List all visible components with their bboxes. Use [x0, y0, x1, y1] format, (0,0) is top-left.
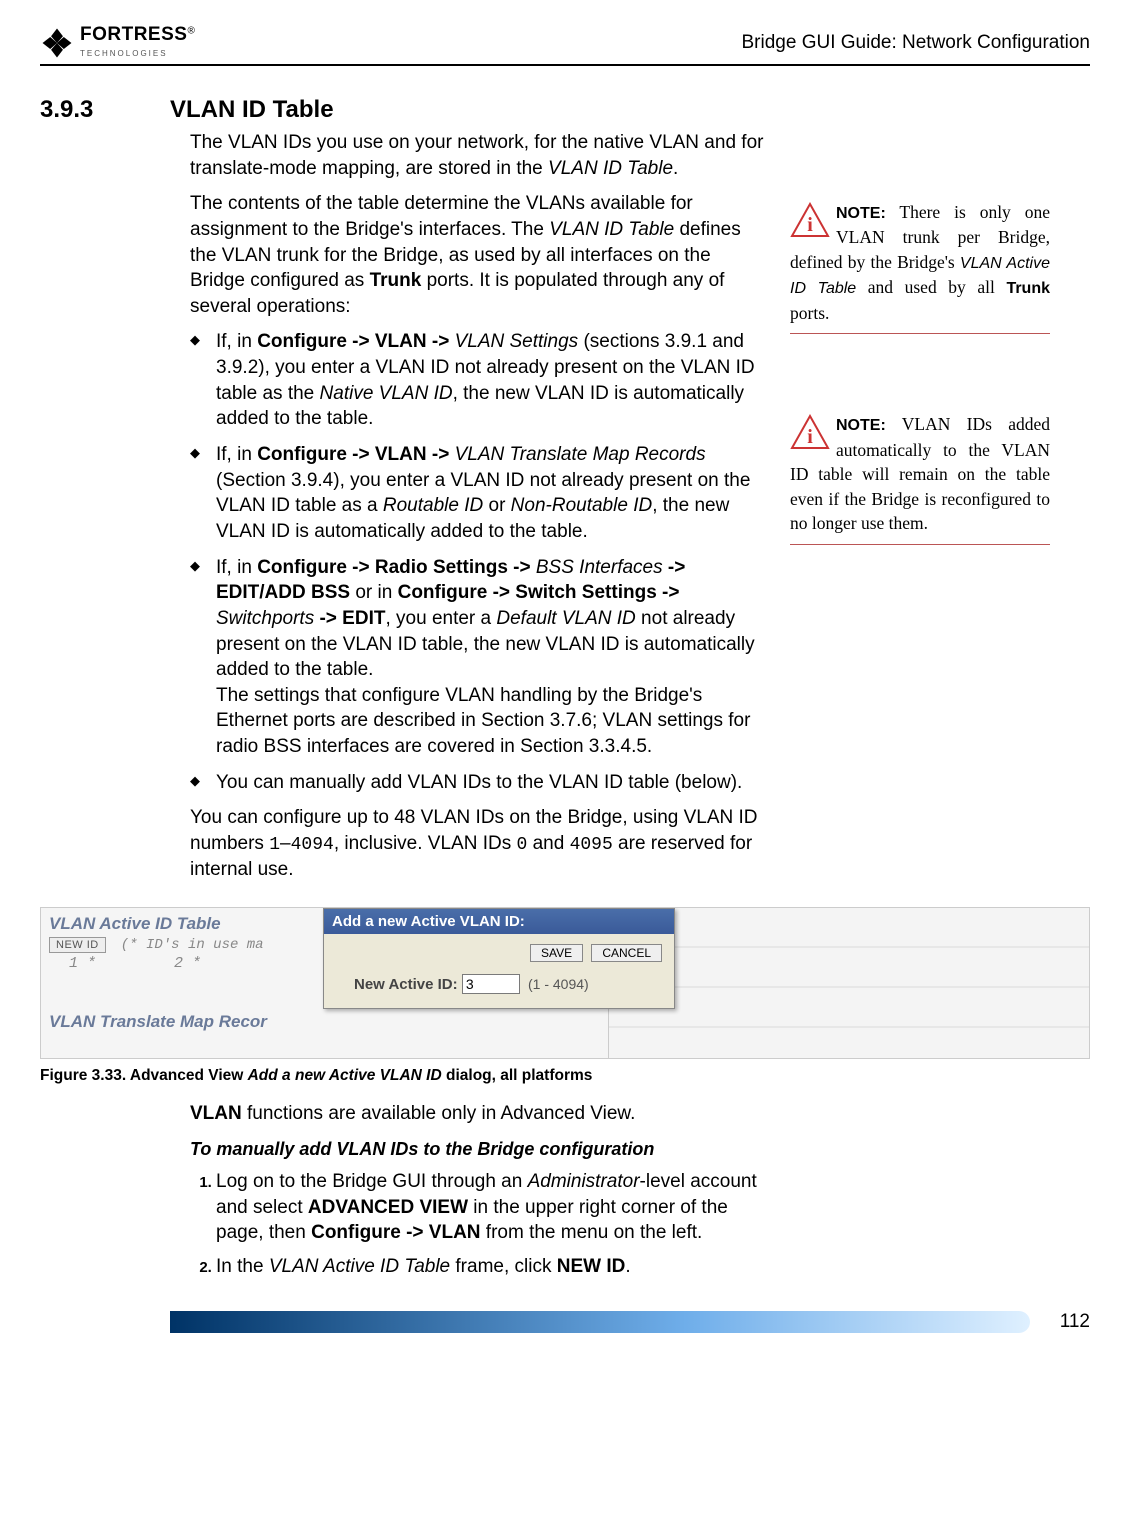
new-id-button[interactable]: NEW ID — [49, 937, 106, 953]
text: VLAN Translate Map Records — [455, 444, 706, 465]
page-header-title: Bridge GUI Guide: Network Configuration — [742, 32, 1091, 54]
figure-background-stripes — [608, 908, 1089, 1058]
page-header: FORTRESS® TECHNOLOGIES Bridge GUI Guide:… — [40, 25, 1090, 66]
list-item: You can manually add VLAN IDs to the VLA… — [216, 770, 770, 796]
text: Non-Routable ID — [511, 495, 653, 516]
note-text: Trunk — [1006, 280, 1050, 297]
list-item: If, in Configure -> Radio Settings -> BS… — [216, 555, 770, 760]
text: If, in — [216, 557, 257, 578]
logo: FORTRESS® TECHNOLOGIES — [40, 25, 195, 60]
text: If, in — [216, 444, 257, 465]
step-item: In the VLAN Active ID Table frame, click… — [216, 1254, 770, 1280]
logo-sub-text: TECHNOLOGIES — [80, 49, 168, 58]
page-number: 112 — [1060, 1311, 1090, 1333]
text: VLAN ID Table — [548, 158, 673, 179]
text: 0 — [516, 835, 527, 855]
caption-text: Add a new Active VLAN ID — [248, 1067, 442, 1084]
logo-main-text: FORTRESS — [80, 24, 187, 45]
note-text: and used by all — [856, 277, 1006, 297]
text: frame, click — [450, 1256, 557, 1277]
footer-gradient-bar — [170, 1311, 1030, 1333]
text: and — [527, 833, 569, 854]
text: Switchports — [216, 608, 314, 629]
section-number: 3.9.3 — [40, 96, 132, 124]
text: BSS Interfaces — [536, 557, 663, 578]
text: 1 — [269, 835, 280, 855]
note-triangle-icon: i — [790, 202, 830, 238]
svg-text:i: i — [807, 214, 813, 236]
text: Default VLAN ID — [496, 608, 635, 629]
vlan-active-id-panel: VLAN Active ID Table NEW ID (* ID's in u… — [41, 908, 337, 1058]
caption-text: dialog, all platforms — [442, 1067, 593, 1084]
text: -> EDIT — [314, 608, 385, 629]
text: Native VLAN ID — [320, 383, 453, 404]
list-item: If, in Configure -> VLAN -> VLAN Transla… — [216, 442, 770, 545]
text: Log on to the Bridge GUI through an — [216, 1171, 528, 1192]
text: Configure -> Switch Settings -> — [398, 582, 680, 603]
figure-3-33: VLAN Active ID Table NEW ID (* ID's in u… — [40, 907, 1090, 1085]
svg-text:i: i — [807, 426, 813, 448]
text: Configure -> VLAN -> — [257, 444, 454, 465]
text: or in — [350, 582, 398, 603]
margin-notes-column: i NOTE: There is only one VLAN trunk per… — [790, 130, 1050, 893]
note-text: ports. — [790, 303, 829, 323]
note-box: i NOTE: There is only one VLAN trunk per… — [790, 200, 1050, 334]
step-item: Log on to the Bridge GUI through an Admi… — [216, 1169, 770, 1246]
registered-mark: ® — [187, 26, 194, 37]
text: , inclusive. VLAN IDs — [334, 833, 517, 854]
text: Configure -> VLAN — [311, 1222, 480, 1243]
text: VLAN Settings — [455, 331, 579, 352]
cancel-button[interactable]: CANCEL — [591, 944, 662, 962]
text: 4094 — [291, 835, 334, 855]
new-active-id-label: New Active ID: — [354, 976, 458, 993]
text: The settings that configure VLAN handlin… — [216, 683, 770, 760]
ids-in-use-hint: (* ID's in use ma — [121, 937, 264, 953]
text: or — [483, 495, 510, 516]
note-label: NOTE: — [836, 205, 886, 222]
text: . — [625, 1256, 630, 1277]
caption-text: Figure 3.33. Advanced View — [40, 1067, 248, 1084]
figure-caption: Figure 3.33. Advanced View Add a new Act… — [40, 1067, 1090, 1085]
translate-map-panel-title: VLAN Translate Map Recor — [49, 1012, 329, 1032]
body-column: The VLAN IDs you use on your network, fo… — [190, 130, 770, 893]
text: . — [673, 158, 678, 179]
section-title: VLAN ID Table — [170, 96, 334, 124]
text: from the menu on the left. — [481, 1222, 703, 1243]
procedure-heading: To manually add VLAN IDs to the Bridge c… — [190, 1137, 770, 1161]
text: NEW ID — [557, 1256, 626, 1277]
text: ADVANCED VIEW — [308, 1197, 468, 1218]
text: If, in — [216, 331, 257, 352]
text: Configure -> VLAN -> — [257, 331, 454, 352]
save-button[interactable]: SAVE — [530, 944, 583, 962]
page-footer: 112 — [40, 1311, 1090, 1351]
text: VLAN Active ID Table — [269, 1256, 450, 1277]
text: VLAN ID Table — [549, 219, 674, 240]
text: Configure -> Radio Settings -> — [257, 557, 536, 578]
panel-title: VLAN Active ID Table — [49, 914, 329, 934]
dialog-title: Add a new Active VLAN ID: — [324, 909, 674, 934]
id-range-hint: (1 - 4094) — [528, 976, 589, 992]
text: 4095 — [570, 835, 613, 855]
list-item: If, in Configure -> VLAN -> VLAN Setting… — [216, 329, 770, 432]
text: functions are available only in Advanced… — [242, 1103, 636, 1124]
note-triangle-icon: i — [790, 414, 830, 450]
add-active-vlan-dialog: Add a new Active VLAN ID: SAVE CANCEL Ne… — [323, 908, 675, 1009]
text: Routable ID — [383, 495, 483, 516]
text: In the — [216, 1256, 269, 1277]
text: , you enter a — [385, 608, 496, 629]
vlan-id-cell: 1 * — [69, 955, 96, 972]
note-label: NOTE: — [836, 417, 886, 434]
text: – — [280, 833, 291, 854]
text: Administrator — [528, 1171, 640, 1192]
text: VLAN — [190, 1103, 242, 1124]
new-active-id-input[interactable] — [462, 974, 520, 994]
vlan-id-cell: 2 * — [174, 955, 201, 972]
fortress-logo-icon — [40, 26, 74, 60]
text: Trunk — [370, 270, 422, 291]
note-box: i NOTE: VLAN IDs added automatically to … — [790, 412, 1050, 544]
